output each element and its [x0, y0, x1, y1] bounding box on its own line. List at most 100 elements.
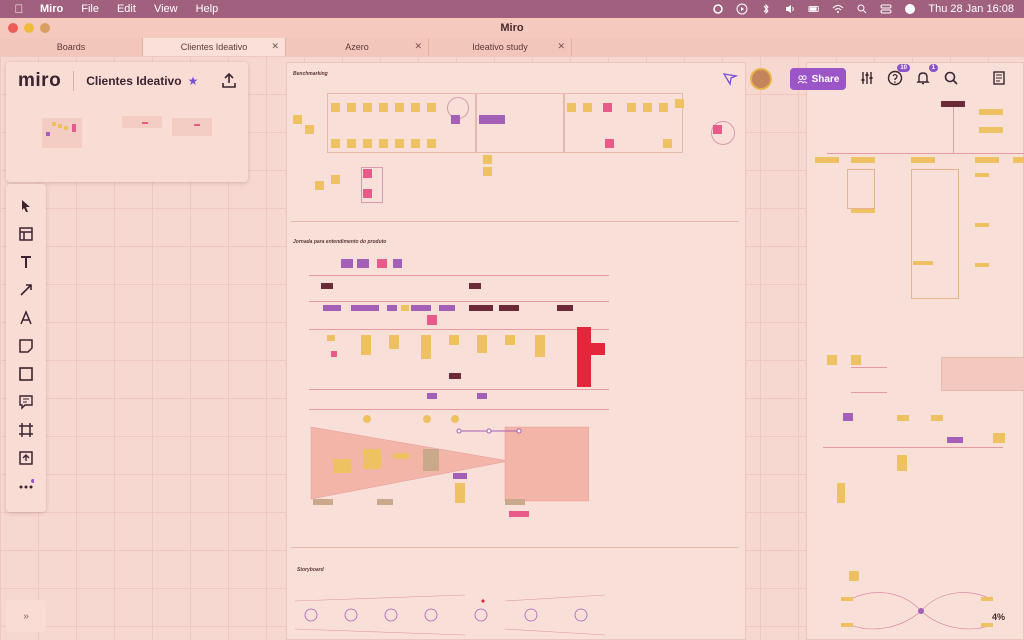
sticky-note[interactable]: [395, 103, 404, 112]
label-chip[interactable]: [387, 305, 397, 311]
red-block[interactable]: [591, 343, 605, 355]
sticky-note[interactable]: [535, 335, 545, 357]
settings-sliders-icon[interactable]: [858, 69, 876, 87]
connector-line[interactable]: [823, 447, 1003, 448]
sitemap-group[interactable]: [911, 169, 959, 299]
sitemap-group[interactable]: [847, 169, 875, 209]
label-chip[interactable]: [947, 437, 963, 443]
sticky-note[interactable]: [567, 103, 576, 112]
sticky-note[interactable]: [479, 115, 505, 124]
zoom-level[interactable]: 4%: [992, 612, 1005, 622]
select-icon[interactable]: [16, 196, 36, 216]
board-frame-main[interactable]: Benchmarking Jornada para entendimento d…: [286, 62, 746, 640]
connector-line[interactable]: [309, 275, 609, 276]
close-tab-icon[interactable]: ✕: [414, 41, 422, 52]
volume-icon[interactable]: [784, 3, 796, 15]
connector-line[interactable]: [309, 389, 609, 390]
text-block[interactable]: [851, 367, 887, 393]
sticky-note[interactable]: [363, 103, 372, 112]
sticky-note[interactable]: [421, 335, 431, 359]
sticky-note[interactable]: [411, 139, 420, 148]
funnel-diagram[interactable]: [309, 425, 589, 505]
sticky-note[interactable]: [393, 259, 402, 268]
sticky-note[interactable]: [627, 103, 636, 112]
label-chip[interactable]: [557, 305, 573, 311]
mind-map[interactable]: [831, 579, 1001, 640]
tab-boards[interactable]: Boards: [0, 38, 143, 56]
frame-icon[interactable]: [16, 420, 36, 440]
emoji-sticker[interactable]: [423, 415, 431, 423]
user-avatar-icon[interactable]: [904, 3, 916, 15]
label-chip[interactable]: [401, 305, 409, 311]
user-avatar[interactable]: [750, 68, 772, 90]
sticky-note[interactable]: [293, 115, 302, 124]
label-chip[interactable]: [975, 173, 989, 177]
sticky-note[interactable]: [603, 103, 612, 112]
sticky-note[interactable]: [333, 459, 351, 473]
comment-icon[interactable]: [16, 392, 36, 412]
sticky-note[interactable]: [713, 125, 722, 134]
sticky-note[interactable]: [395, 139, 404, 148]
label-chip[interactable]: [323, 305, 341, 311]
label-chip[interactable]: [313, 499, 333, 505]
label-chip[interactable]: [351, 305, 379, 311]
sticky-note[interactable]: [837, 483, 845, 503]
label-chip[interactable]: [979, 109, 1003, 115]
close-window-button[interactable]: [8, 23, 18, 33]
sticky-note[interactable]: [449, 335, 459, 345]
sticky-note[interactable]: [483, 155, 492, 164]
creative-cloud-icon[interactable]: [712, 3, 724, 15]
share-button[interactable]: Share: [790, 68, 846, 90]
sticky-note[interactable]: [379, 139, 388, 148]
sticky-note[interactable]: [331, 103, 340, 112]
sticky-note[interactable]: [477, 335, 487, 353]
board-name[interactable]: Clientes Ideativo: [86, 74, 181, 88]
label-chip[interactable]: [427, 393, 437, 399]
sticky-note[interactable]: [993, 433, 1005, 443]
sticky-note[interactable]: [605, 139, 614, 148]
label-chip[interactable]: [439, 305, 455, 311]
text-icon[interactable]: [16, 252, 36, 272]
miro-logo[interactable]: miro: [18, 70, 61, 92]
connector-line[interactable]: [827, 153, 1024, 154]
label-chip[interactable]: [975, 157, 999, 163]
sticky-note[interactable]: [363, 449, 381, 469]
sticky-note[interactable]: [423, 449, 439, 471]
sticky-note[interactable]: [389, 335, 399, 349]
label-chip[interactable]: [979, 127, 1003, 133]
connector-line[interactable]: [953, 107, 954, 153]
label-chip[interactable]: [505, 499, 525, 505]
label-chip[interactable]: [321, 283, 333, 289]
sticky-note[interactable]: [327, 335, 335, 341]
sticky-note[interactable]: [897, 455, 907, 471]
sticky-note[interactable]: [455, 483, 465, 503]
play-icon[interactable]: [736, 3, 748, 15]
sticky-note[interactable]: [347, 139, 356, 148]
board-notes-icon[interactable]: [990, 69, 1008, 87]
shape-icon[interactable]: [16, 364, 36, 384]
wifi-icon[interactable]: [832, 3, 844, 15]
menu-view[interactable]: View: [154, 3, 178, 15]
sticky-note[interactable]: [379, 103, 388, 112]
sticky-note[interactable]: [331, 139, 340, 148]
sticky-note[interactable]: [659, 103, 668, 112]
sticky-note[interactable]: [427, 315, 437, 325]
label-chip[interactable]: [897, 415, 909, 421]
board-canvas[interactable]: Benchmarking Jornada para entendimento d…: [0, 56, 1024, 640]
board-frame-right[interactable]: [806, 62, 1024, 640]
connector-line[interactable]: [309, 329, 609, 330]
sticky-note[interactable]: [331, 175, 340, 184]
menu-app-name[interactable]: Miro: [40, 3, 63, 15]
sticky-note[interactable]: [451, 115, 460, 124]
more-icon[interactable]: [16, 476, 36, 496]
label-chip[interactable]: [469, 283, 481, 289]
label-chip[interactable]: [913, 261, 933, 265]
sticky-note[interactable]: [377, 259, 387, 268]
label-chip[interactable]: [911, 157, 935, 163]
upload-icon[interactable]: [16, 448, 36, 468]
label-chip[interactable]: [469, 305, 493, 311]
export-icon[interactable]: [220, 72, 238, 90]
sticky-note[interactable]: [363, 139, 372, 148]
close-tab-icon[interactable]: ✕: [557, 41, 565, 52]
sticky-note[interactable]: [675, 99, 684, 108]
